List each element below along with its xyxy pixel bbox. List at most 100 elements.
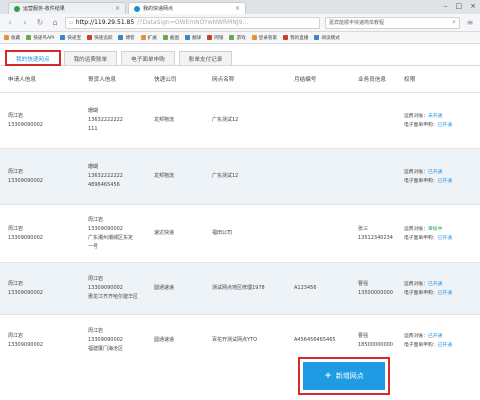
courier-cell: 速达快递 — [154, 205, 212, 262]
browser-toolbar: ‹ › ↻ ⌂ ▫ http://119.29.51.85 /?DataSign… — [0, 14, 480, 32]
freight-permission-status[interactable]: 已开通 — [428, 282, 442, 287]
window-controls: – □ × — [444, 2, 476, 10]
freight-permission: 运费对账：已开通 — [404, 333, 443, 339]
bookmark-icon — [60, 35, 66, 40]
bookmark-item[interactable]: 快递宝 — [60, 35, 81, 41]
browser-tab-2[interactable]: 我的快递网点 × — [128, 2, 246, 14]
tab-e-waybill-purchase[interactable]: 电子面单申购 — [121, 51, 175, 65]
bookmark-item[interactable]: 扩展 — [140, 35, 157, 41]
tab-freight-bills[interactable]: 我的运费账单 — [63, 51, 118, 65]
page-icon: ▫ — [69, 19, 73, 26]
address-bar[interactable]: ▫ http://119.29.51.85 /?DataSign=OWEmNOY… — [65, 16, 320, 29]
applicant-cell-line: 13309090002 — [8, 234, 43, 241]
salesman-cell-line: 13512340234 — [358, 234, 393, 241]
tab-payment-records[interactable]: 账单支付记录 — [178, 51, 233, 65]
bookmark-item[interactable]: 游戏 — [229, 35, 246, 41]
add-branch-label: 新增网点 — [335, 372, 364, 380]
table-row: 周江岩 13309090002 周江岩 13309090002 福建厦门海沧区 圆通速递 百… — [0, 314, 480, 366]
search-icon[interactable]: ⌕ — [449, 18, 456, 27]
branch-cell: 福田公司 — [212, 205, 294, 262]
bookmark-item[interactable]: 阅读模式 — [314, 35, 340, 41]
courier-cell-text: 龙邦物流 — [154, 117, 175, 123]
close-window-icon[interactable]: × — [470, 2, 476, 10]
freight-permission-status[interactable]: 审核中 — [428, 227, 442, 232]
branch-cell-text: 测试网点地区修理1978 — [212, 285, 265, 291]
ewaybill-permission-status[interactable]: 已开通 — [438, 343, 452, 348]
column-header: 网点名称 — [212, 77, 235, 83]
minimize-icon[interactable]: – — [444, 2, 448, 10]
browser-tab-1[interactable]: 运营服务-收件结果 × — [8, 2, 126, 14]
column-header: 申请人信息 — [8, 77, 36, 83]
permission-cell: 运费对账：已开通 电子面单申购：已开通 — [404, 263, 472, 314]
close-tab-icon[interactable]: × — [115, 5, 120, 12]
courier-cell-text: 圆通速递 — [154, 285, 175, 291]
salesman-cell-line: 张三 — [358, 225, 369, 232]
bookmark-item[interactable]: 网银 — [207, 35, 223, 41]
ewaybill-permission: 电子面单申购：已开通 — [404, 290, 452, 296]
ewaybill-permission-status[interactable]: 已开通 — [438, 179, 452, 184]
browser-tab-title: 运营服务-收件结果 — [23, 6, 65, 12]
column-header: 业务员信息 — [358, 77, 386, 83]
bookmark-item[interactable]: 截图 — [162, 35, 179, 41]
column-header: 权限 — [404, 77, 416, 83]
bookmark-item[interactable]: 快递鸟API — [26, 35, 54, 41]
bookmark-item[interactable]: 登录管家 — [251, 35, 277, 41]
sender-cell-line: 13309090002 — [88, 337, 123, 343]
bookmark-icon — [207, 35, 213, 40]
plus-icon: + — [324, 371, 332, 381]
freight-permission-status[interactable]: 已开通 — [428, 170, 442, 175]
table-row: 周江岩 13309090002 周江岩 13309090002 广东潮州潮城区东定 一号 速… — [0, 204, 480, 262]
tab-my-branches[interactable]: 我的快递网点 — [5, 50, 61, 66]
applicant-cell: 周江岩 13309090002 — [8, 149, 88, 204]
permission-cell: 运费对账：已开通电子面单申购：已开通 — [404, 315, 472, 366]
add-branch-button[interactable]: + 新增网点 — [303, 362, 385, 390]
back-icon[interactable]: ‹ — [5, 18, 15, 27]
ewaybill-permission: 电子面单申购：已开通 — [404, 235, 452, 241]
ewaybill-permission-status[interactable]: 已开通 — [438, 123, 452, 128]
bookmark-item[interactable]: 收藏 — [4, 35, 20, 41]
sender-cell-line: 惠龙江齐齐哈尔建华区 — [88, 294, 139, 300]
home-icon[interactable]: ⌂ — [50, 18, 60, 27]
table-row: 周江岩 13309090002 珊瑚 13632222222 111 龙邦物流 广东测试12… — [0, 92, 480, 148]
site-favicon-icon — [14, 5, 20, 12]
refresh-icon[interactable]: ↻ — [35, 18, 45, 27]
courier-cell-text: 圆通速递 — [154, 337, 175, 343]
branch-cell: 测试网点地区修理1978 — [212, 263, 294, 314]
monthly-cell — [294, 93, 358, 148]
ewaybill-permission: 电子面单申购：已开通 — [404, 342, 452, 348]
sender-cell: 周江岩 13309090002 福建厦门海沧区 — [88, 315, 154, 366]
sender-cell-line: 13309090002 — [88, 225, 123, 232]
ewaybill-permission-status[interactable]: 已开通 — [438, 291, 452, 296]
applicant-cell: 周江岩 13309090002 — [8, 205, 88, 262]
bookmark-item[interactable]: 博客 — [118, 35, 135, 41]
section-tabs: 我的快递网点 我的运费账单 电子面单申购 账单支付记录 — [0, 44, 480, 66]
sender-cell-line: 周江岩 — [88, 276, 104, 282]
browser-tab-bar: 运营服务-收件结果 × 我的快递网点 × – □ × — [0, 0, 480, 14]
close-tab-icon[interactable]: × — [235, 5, 240, 12]
search-box[interactable]: 嘉宾能顺丰快速简单教程 ⌕ — [325, 16, 460, 29]
applicant-cell-line: 13309090002 — [8, 177, 43, 184]
bookmark-icon — [185, 35, 191, 40]
salesman-cell — [358, 149, 404, 204]
forward-icon[interactable]: › — [20, 18, 30, 27]
courier-cell: 龙邦物流 — [154, 149, 212, 204]
courier-cell-text: 龙邦物流 — [154, 173, 175, 179]
freight-permission-status[interactable]: 已开通 — [428, 334, 442, 339]
ewaybill-permission-status[interactable]: 已开通 — [438, 236, 452, 241]
bookmark-icon — [4, 35, 9, 40]
courier-cell: 龙邦物流 — [154, 93, 212, 148]
bookmark-icon — [251, 35, 257, 40]
bookmark-item[interactable]: 快速追踪 — [87, 35, 112, 41]
menu-icon[interactable]: ≡ — [465, 18, 475, 27]
sender-cell: 珊瑚 13632222222 4896465456 — [88, 149, 154, 204]
bookmark-item[interactable]: 我的直播 — [283, 35, 308, 41]
bookmark-item[interactable]: 翻译 — [185, 35, 201, 41]
maximize-icon[interactable]: □ — [456, 2, 463, 10]
freight-permission-status[interactable]: 未开通 — [428, 114, 442, 119]
salesman-cell: 曹强 13500000000 — [358, 263, 404, 314]
freight-permission: 运费对账：已开通 — [404, 169, 443, 175]
applicant-cell-line: 13309090002 — [8, 341, 43, 348]
search-text: 嘉宾能顺丰快速简单教程 — [329, 20, 385, 26]
sender-cell-line: 广东潮州潮城区东定 — [88, 234, 134, 241]
salesman-cell: 张三 13512340234 — [358, 205, 404, 262]
